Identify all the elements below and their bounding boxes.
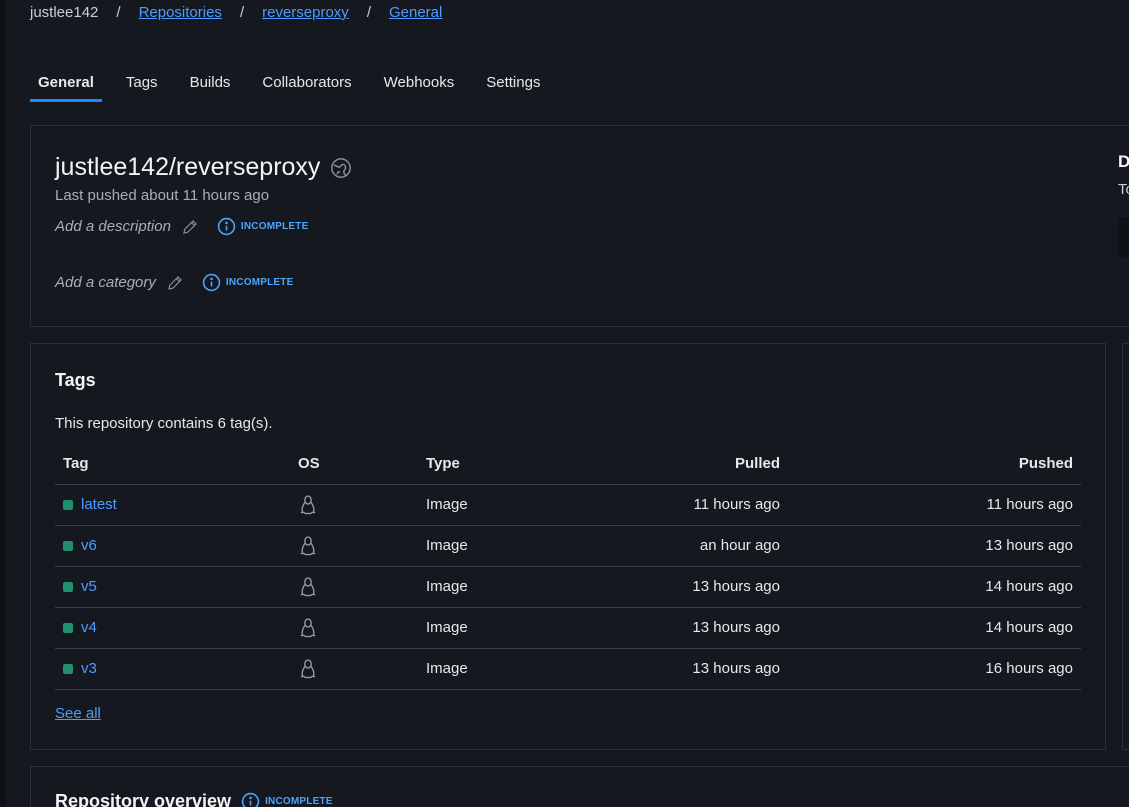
os-cell [290,648,418,690]
description-incomplete-badge: INCOMPLETE [217,217,309,236]
table-row: v3 Image 13 hours ago 16 hours ago [55,648,1081,690]
overview-title-row: Repository overview INCOMPLETE [55,791,333,807]
pulled-cell: 11 hours ago [548,484,788,526]
pulled-cell: 13 hours ago [548,607,788,649]
breadcrumb-user: justlee142 [30,4,99,21]
tag-link[interactable]: v4 [81,619,97,636]
repo-title: justlee142/reverseproxy [55,153,321,181]
tab-tags[interactable]: Tags [118,66,166,102]
type-cell: Image [418,648,548,690]
tab-general[interactable]: General [30,66,102,102]
add-description-text[interactable]: Add a description [55,218,171,235]
os-cell [290,484,418,526]
tags-table: Tag OS Type Pulled Pushed latest Image 1… [55,443,1081,690]
linux-icon [300,658,316,678]
side-card [1122,343,1129,750]
pulled-cell: 13 hours ago [548,648,788,690]
linux-icon [300,494,316,514]
tag-status-dot [63,581,73,592]
pushed-cell: 13 hours ago [788,525,1081,567]
tab-webhooks[interactable]: Webhooks [376,66,463,102]
breadcrumb-general-link[interactable]: General [389,4,442,21]
breadcrumb-separator: / [239,4,245,21]
breadcrumb-repo-link[interactable]: reverseproxy [262,4,349,21]
tag-cell: v4 [55,607,290,649]
tags-card: Tags This repository contains 6 tag(s). … [30,343,1106,750]
incomplete-label: INCOMPLETE [240,221,309,232]
incomplete-label: INCOMPLETE [265,796,333,807]
table-row: v6 Image an hour ago 13 hours ago [55,525,1081,567]
repository-overview-card: Repository overview INCOMPLETE [30,766,1129,807]
column-header-pushed: Pushed [788,443,1081,485]
linux-icon [300,617,316,637]
breadcrumb-separator: / [366,4,371,21]
tag-link[interactable]: v6 [81,537,97,554]
table-row: v4 Image 13 hours ago 14 hours ago [55,607,1081,649]
info-icon [217,217,236,236]
tags-table-header: Tag OS Type Pulled Pushed [55,443,1081,485]
info-icon [241,792,260,807]
pulled-cell: 13 hours ago [548,566,788,608]
tag-status-dot [63,663,73,674]
tags-count-text: This repository contains 6 tag(s). [55,415,273,432]
side-panel-command-box[interactable] [1118,217,1129,257]
tag-link[interactable]: v3 [81,660,97,677]
side-panel-heading: D [1118,152,1129,171]
incomplete-label: INCOMPLETE [225,277,294,288]
overview-heading: Repository overview [55,791,232,807]
tab-builds[interactable]: Builds [182,66,239,102]
category-row: Add a category INCOMPLETE [55,273,293,292]
table-row: latest Image 11 hours ago 11 hours ago [55,484,1081,526]
breadcrumb-separator: / [116,4,121,21]
tag-status-dot [63,499,73,510]
description-row: Add a description INCOMPLETE [55,217,308,236]
os-cell [290,607,418,649]
add-category-text[interactable]: Add a category [55,274,156,291]
see-all-tags-link[interactable]: See all [55,705,101,722]
linux-icon [300,535,316,555]
pushed-cell: 16 hours ago [788,648,1081,690]
public-globe-icon [331,157,352,178]
tag-link[interactable]: v5 [81,578,97,595]
type-cell: Image [418,566,548,608]
linux-icon [300,576,316,596]
last-pushed-text: Last pushed about 11 hours ago [55,187,270,204]
overview-incomplete-badge: INCOMPLETE [241,792,333,807]
pulled-cell: an hour ago [548,525,788,567]
type-cell: Image [418,525,548,567]
type-cell: Image [418,607,548,649]
type-cell: Image [418,484,548,526]
column-header-tag: Tag [55,443,290,485]
category-incomplete-badge: INCOMPLETE [202,273,294,292]
tag-status-dot [63,622,73,633]
column-header-os: OS [290,443,418,485]
tag-status-dot [63,540,73,551]
info-icon [202,273,221,292]
column-header-type: Type [418,443,548,485]
tab-settings[interactable]: Settings [478,66,548,102]
tab-collaborators[interactable]: Collaborators [254,66,359,102]
repo-title-row: justlee142/reverseproxy [55,153,352,182]
tag-cell: latest [55,484,290,526]
tags-heading: Tags [55,370,96,390]
table-row: v5 Image 13 hours ago 14 hours ago [55,566,1081,608]
breadcrumb-repositories-link[interactable]: Repositories [139,4,222,21]
os-cell [290,566,418,608]
os-cell [290,525,418,567]
tag-cell: v6 [55,525,290,567]
column-header-pulled: Pulled [548,443,788,485]
side-panel-subtext: To [1118,181,1129,198]
tag-link[interactable]: latest [81,496,117,513]
tag-cell: v5 [55,566,290,608]
tag-cell: v3 [55,648,290,690]
tab-bar: General Tags Builds Collaborators Webhoo… [30,66,564,102]
left-edge [0,0,6,807]
edit-category-pencil-icon[interactable] [166,274,184,292]
pushed-cell: 11 hours ago [788,484,1081,526]
pushed-cell: 14 hours ago [788,566,1081,608]
edit-description-pencil-icon[interactable] [181,218,199,236]
breadcrumb: justlee142 / Repositories / reverseproxy… [30,4,442,21]
pushed-cell: 14 hours ago [788,607,1081,649]
repo-info-card: justlee142/reverseproxy Last pushed abou… [30,125,1129,327]
